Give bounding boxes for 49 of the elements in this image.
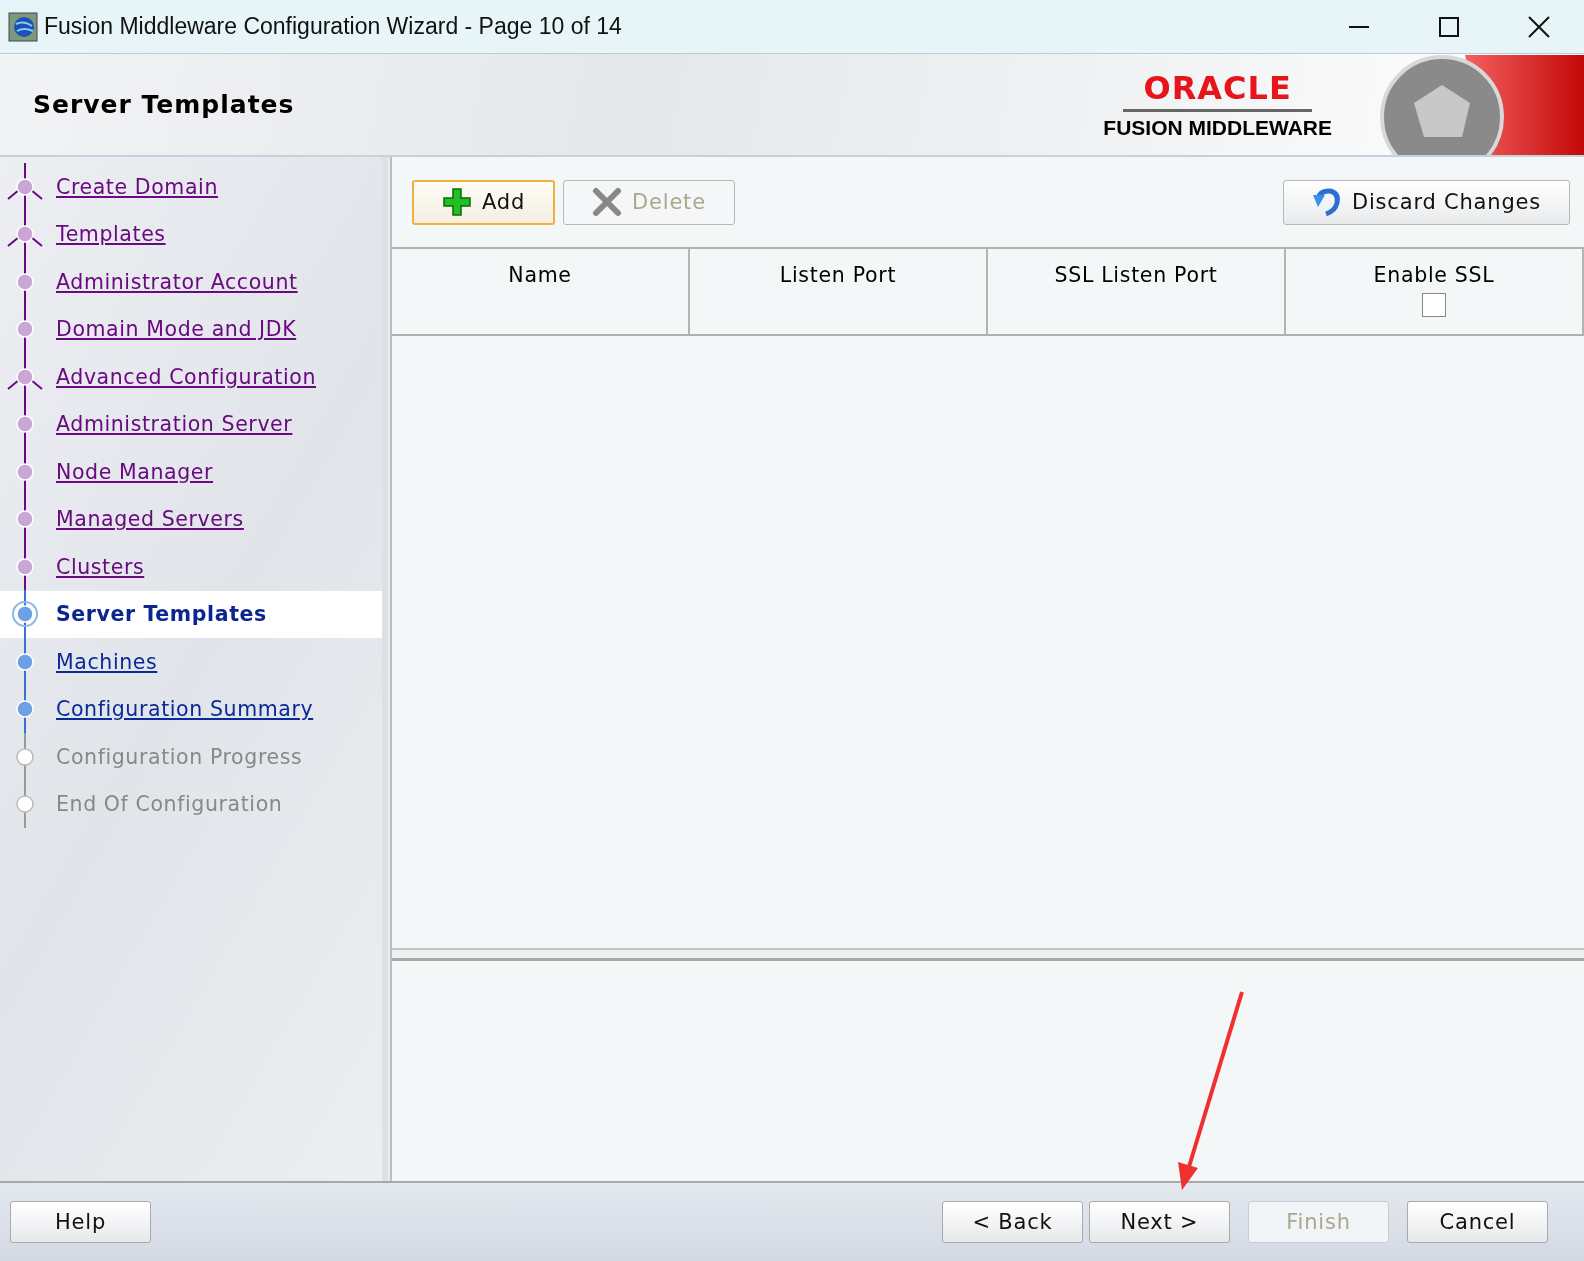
step-item[interactable]: Managed Servers — [0, 495, 382, 543]
step-item[interactable]: Create Domain — [0, 163, 382, 211]
step-item[interactable]: Administrator Account — [0, 258, 382, 306]
next-button[interactable]: Next > — [1089, 1201, 1230, 1243]
app-icon — [8, 11, 38, 42]
discard-changes-button[interactable]: Discard Changes — [1283, 179, 1570, 225]
step-label: Configuration Progress — [56, 744, 303, 769]
splitter-handle[interactable] — [392, 950, 1584, 961]
x-icon — [592, 187, 623, 217]
step-label: Server Templates — [56, 602, 267, 627]
plus-icon — [442, 187, 472, 217]
minimize-icon — [1348, 24, 1370, 29]
step-label: Machines — [56, 649, 158, 674]
step-item[interactable]: Node Manager — [0, 448, 382, 496]
step-item[interactable]: Machines — [0, 638, 382, 686]
step-item[interactable]: Domain Mode and JDK — [0, 305, 382, 353]
step-label: Clusters — [56, 554, 145, 579]
step-label: Administration Server — [56, 412, 293, 437]
help-button[interactable]: Help — [10, 1201, 151, 1243]
close-icon — [1528, 15, 1550, 38]
select-all-checkbox[interactable] — [1422, 293, 1446, 317]
maximize-icon — [1438, 15, 1460, 38]
back-button[interactable]: < Back — [942, 1201, 1083, 1243]
column-label: Enable SSL — [1373, 263, 1495, 287]
logo-product: FUSION MIDDLEWARE — [1103, 116, 1332, 140]
column-label: SSL Listen Port — [1054, 263, 1218, 287]
step-label: Advanced Configuration — [56, 364, 316, 389]
step-item[interactable]: Server Templates — [0, 590, 382, 638]
step-item[interactable]: Clusters — [0, 543, 382, 591]
step-label: Node Manager — [56, 459, 214, 484]
column-label: Listen Port — [779, 263, 897, 287]
step-label: Templates — [56, 222, 166, 247]
window-title: Fusion Middleware Configuration Wizard - Page 10 of 14 — [44, 13, 623, 40]
step-label: Managed Servers — [56, 507, 244, 532]
step-item[interactable]: Advanced Configuration — [0, 353, 382, 401]
page-title: Server Templates — [33, 90, 296, 119]
step-label: Administrator Account — [56, 269, 298, 294]
cancel-button[interactable]: Cancel — [1407, 1201, 1548, 1243]
logo-brand: ORACLE — [1123, 69, 1312, 112]
step-label: Configuration Summary — [56, 697, 314, 722]
step-label: Domain Mode and JDK — [56, 317, 297, 342]
add-button[interactable]: Add — [412, 179, 556, 225]
step-item[interactable]: Configuration Summary — [0, 685, 382, 733]
undo-icon — [1312, 187, 1342, 217]
step-label: End Of Configuration — [56, 792, 283, 817]
column-label: Name — [508, 263, 572, 287]
step-item[interactable]: Administration Server — [0, 400, 382, 448]
step-item[interactable]: Templates — [0, 210, 382, 258]
step-label: Create Domain — [56, 174, 218, 199]
